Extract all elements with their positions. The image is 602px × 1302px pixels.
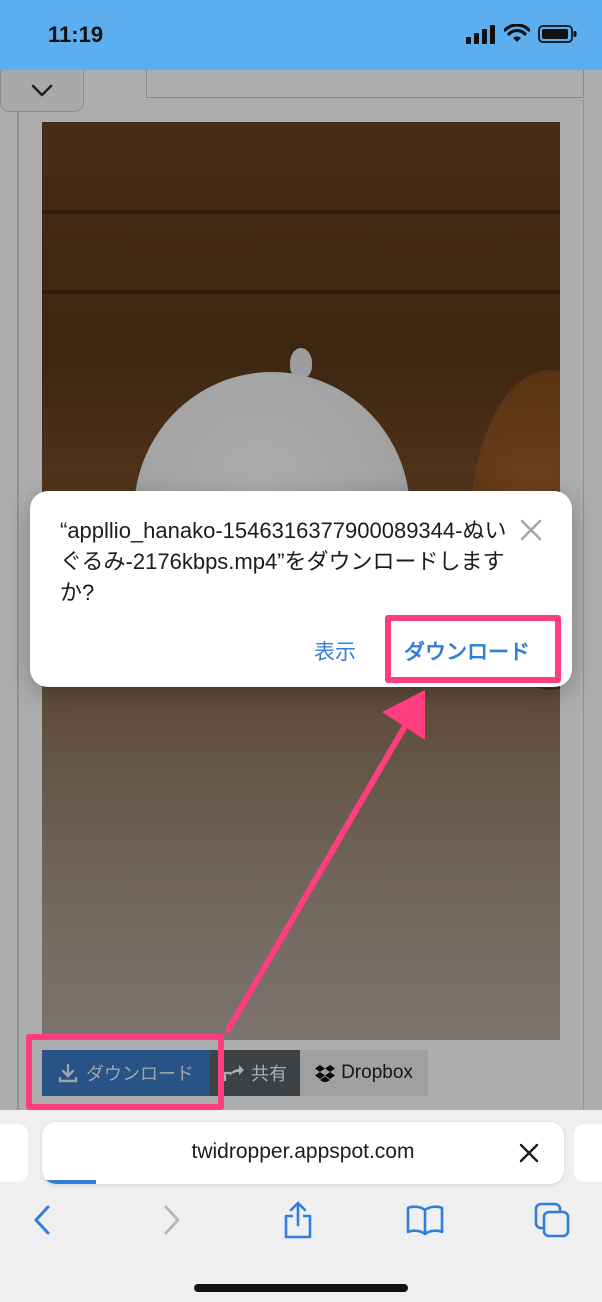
chevron-left-icon [34, 1205, 50, 1235]
url-text: twidropper.appspot.com [191, 1140, 415, 1163]
address-bar[interactable]: twidropper.appspot.com [42, 1122, 564, 1184]
home-indicator [194, 1284, 408, 1292]
safari-toolbar: twidropper.appspot.com [0, 1110, 602, 1302]
status-bar: 11:19 [0, 0, 602, 70]
bookmarks-button[interactable] [403, 1200, 447, 1240]
forward-button[interactable] [150, 1200, 194, 1240]
dialog-view-button[interactable]: 表示 [314, 636, 356, 666]
close-icon [519, 1143, 539, 1163]
back-button[interactable] [20, 1200, 64, 1240]
wifi-icon [504, 24, 530, 42]
highlight-box-page-download [26, 1034, 224, 1110]
close-icon [520, 519, 542, 541]
next-tab-preview[interactable] [574, 1124, 602, 1182]
dialog-close-button[interactable] [518, 517, 544, 543]
book-icon [406, 1205, 444, 1236]
tabs-button[interactable] [530, 1200, 574, 1240]
dialog-message: “appllio_hanako-1546316377900089344-ぬいぐる… [60, 518, 507, 605]
battery-icon [538, 25, 577, 43]
status-time: 11:19 [48, 22, 104, 47]
share-icon [284, 1201, 312, 1239]
tabs-icon [534, 1202, 570, 1238]
previous-tab-preview[interactable] [0, 1124, 28, 1182]
status-icons [466, 24, 578, 44]
share-sheet-button[interactable] [276, 1200, 320, 1240]
highlight-box-dialog-download [385, 615, 561, 683]
load-progress [42, 1180, 96, 1184]
signal-icon [466, 25, 495, 44]
chevron-right-icon [164, 1205, 180, 1235]
stop-loading-button[interactable] [516, 1140, 542, 1166]
